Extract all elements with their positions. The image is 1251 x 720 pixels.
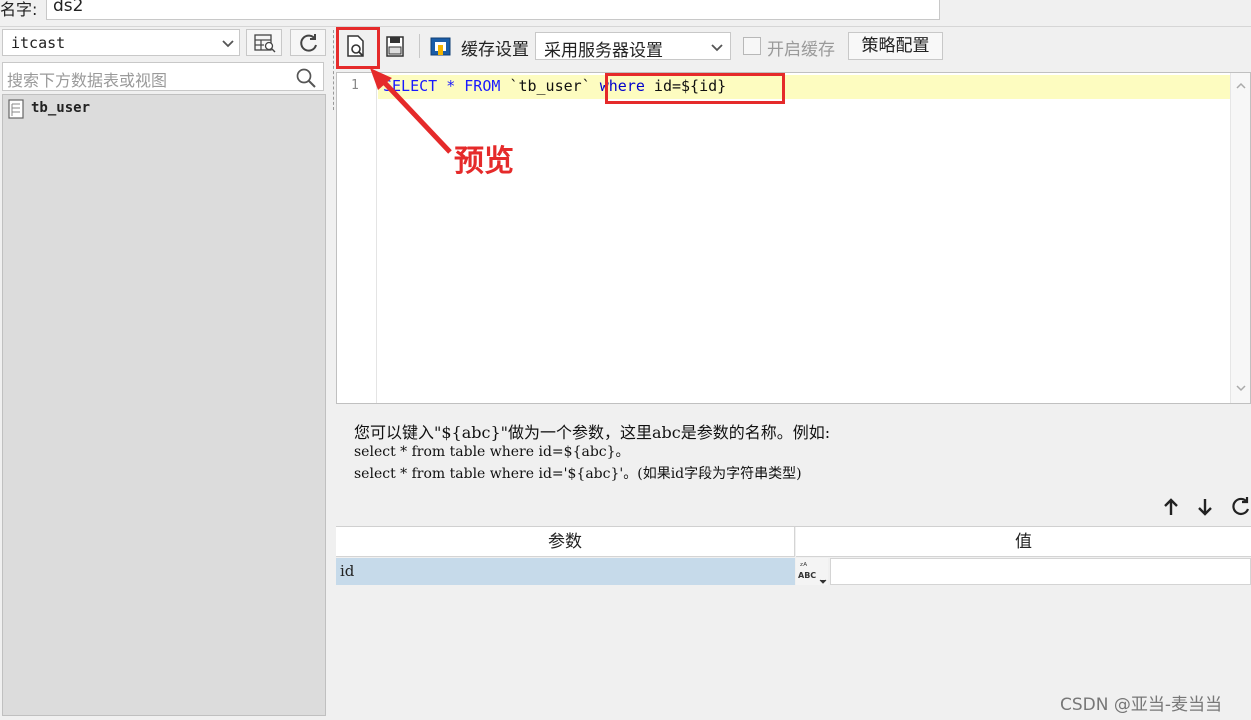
- cache-settings-label: 缓存设置: [461, 40, 529, 60]
- column-header-param[interactable]: 参数: [336, 527, 795, 557]
- database-select[interactable]: itcast: [2, 29, 240, 56]
- query-table-button[interactable]: [246, 29, 282, 56]
- string-type-icon[interactable]: ᶻᴬ ABC: [796, 558, 828, 585]
- toolbar-divider: [419, 34, 420, 58]
- search-icon[interactable]: [295, 67, 317, 89]
- save-sql-button[interactable]: [380, 31, 410, 61]
- refresh-tables-button[interactable]: [290, 29, 326, 56]
- table-search-input[interactable]: 搜索下方数据表或视图: [2, 62, 324, 91]
- watermark: CSDN @亚当-麦当当: [1060, 695, 1223, 715]
- name-input[interactable]: ds2: [46, 0, 940, 20]
- abc-type-icon: ᶻᴬ ABC: [798, 562, 827, 584]
- table-tree: tb_user: [2, 94, 326, 716]
- datasource-button[interactable]: [426, 31, 456, 61]
- search-placeholder: 搜索下方数据表或视图: [7, 71, 168, 90]
- enable-cache-checkbox[interactable]: [743, 37, 761, 55]
- editor-scrollbar[interactable]: [1230, 73, 1250, 403]
- save-icon: [386, 36, 404, 57]
- table-search-icon: [254, 34, 276, 53]
- sql-table-name: `tb_user`: [500, 77, 600, 95]
- chevron-down-icon[interactable]: [217, 32, 239, 54]
- parameter-help: 您可以键入"${abc}"做为一个参数，这里abc是参数的名称。例如: sele…: [336, 404, 1251, 526]
- param-value-input[interactable]: [830, 558, 1251, 585]
- splitter-handle: [333, 30, 334, 110]
- enable-cache-label: 开启缓存: [767, 40, 835, 60]
- move-down-icon[interactable]: [1194, 496, 1216, 518]
- cache-select-value: 采用服务器设置: [544, 41, 663, 61]
- table-file-icon: [8, 99, 24, 119]
- where-clause-highlight-box: [605, 73, 785, 104]
- svg-text:ABC: ABC: [798, 571, 816, 580]
- param-name: id: [340, 562, 355, 580]
- column-header-value[interactable]: 值: [796, 527, 1251, 557]
- help-line-1: 您可以键入"${abc}"做为一个参数，这里abc是参数的名称。例如:: [354, 423, 831, 442]
- help-line-2: select * from table where id=${abc}。: [354, 444, 630, 460]
- chevron-down-icon[interactable]: [706, 36, 728, 58]
- help-line-3: select * from table where id='${abc}'。(如…: [354, 466, 802, 482]
- refresh-icon[interactable]: [1230, 496, 1251, 518]
- chevron-up-icon[interactable]: [1234, 79, 1248, 93]
- database-select-value: itcast: [11, 34, 66, 52]
- annotation-label: 预览: [454, 144, 514, 179]
- chevron-down-icon[interactable]: [1234, 381, 1248, 395]
- table-row-param-cell[interactable]: id: [336, 558, 795, 585]
- strategy-config-button[interactable]: 策略配置: [848, 32, 943, 60]
- cache-settings-select[interactable]: 采用服务器设置: [535, 32, 731, 61]
- refresh-icon: [300, 34, 317, 52]
- name-label: 名字:: [0, 0, 38, 19]
- datasource-icon: [430, 37, 451, 56]
- move-up-icon[interactable]: [1160, 496, 1182, 518]
- tree-item-label: tb_user: [31, 100, 91, 116]
